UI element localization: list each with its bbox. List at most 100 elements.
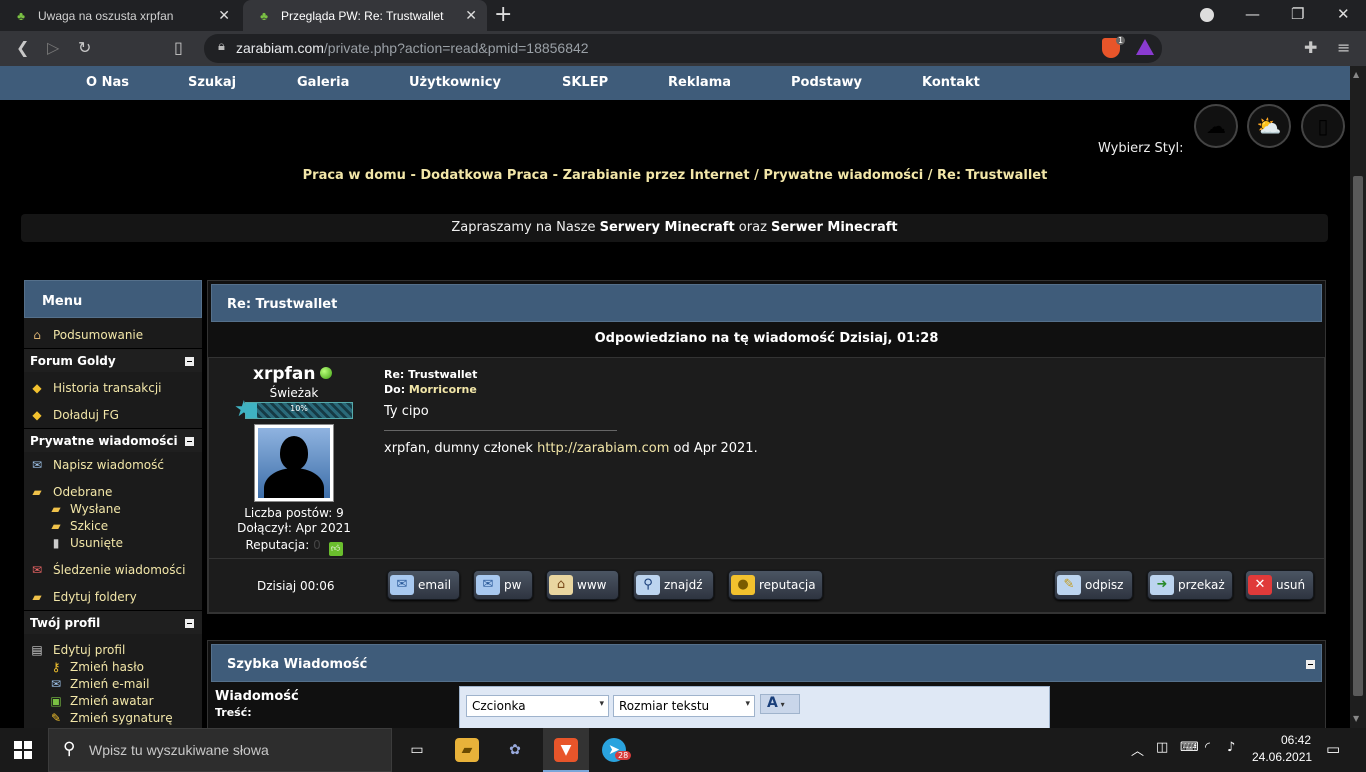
sidebar-item-label: Zmień awatar — [70, 694, 154, 708]
forward-icon[interactable]: ▷ — [47, 38, 59, 57]
clock-date[interactable]: 24.06.2021 — [1252, 750, 1312, 764]
clock-time[interactable]: 06:42 — [1266, 733, 1326, 747]
sidebar-title: Menu — [24, 280, 202, 318]
scroll-thumb[interactable] — [1353, 176, 1363, 696]
sidebar-item-label: Zmień e-mail — [70, 677, 150, 691]
sidebar-item-label: Podsumowanie — [53, 328, 144, 342]
reload-icon[interactable]: ↻ — [78, 38, 91, 57]
reputation-value[interactable]: 0 — [313, 538, 321, 552]
tab-close-icon[interactable]: ✕ — [465, 7, 477, 24]
site-favicon-icon: ♣ — [260, 8, 268, 23]
extensions-icon[interactable]: ✚ — [1304, 38, 1317, 57]
nav-about[interactable]: O Nas — [86, 75, 129, 90]
message-editor[interactable]: Czcionka Rozmiar tekstu A ▾ — [459, 686, 1050, 728]
signature: xrpfan, dumny członek http://zarabiam.co… — [384, 441, 758, 456]
site-favicon-icon: ♣ — [17, 8, 25, 23]
rank-progress-text: 10% — [290, 404, 308, 413]
forward-button[interactable]: ➜ przekaż — [1147, 570, 1233, 600]
author-name[interactable]: xrpfan — [253, 364, 316, 384]
sidebar-category-profile: Twój profil — [24, 610, 202, 634]
bookmark-icon[interactable]: ▯ — [174, 38, 183, 57]
recipient-name[interactable]: Morricorne — [409, 383, 477, 396]
browser-tab-2-active[interactable]: ♣ Przegląda PW: Re: Trustwallet ✕ — [243, 0, 487, 31]
style-sun-icon[interactable]: ⛅ — [1247, 104, 1291, 148]
email-button[interactable]: ✉ email — [387, 570, 460, 600]
nav-users[interactable]: Użytkownicy — [409, 75, 501, 90]
browser-tab-1[interactable]: ♣ Uwaga na oszusta xrpfan ✕ — [0, 0, 240, 31]
shield-count-badge: 1 — [1116, 36, 1126, 45]
message-header: Re: Trustwallet — [211, 284, 1322, 322]
collapse-icon[interactable] — [1306, 660, 1315, 669]
paint-icon[interactable]: ✿ — [503, 738, 527, 762]
signature-link[interactable]: http://zarabiam.com — [537, 441, 669, 456]
promo-text: oraz — [734, 220, 772, 235]
file-explorer-icon[interactable]: ▰ — [455, 738, 479, 762]
nav-gallery[interactable]: Galeria — [297, 75, 349, 90]
volume-icon[interactable]: ♪ — [1227, 740, 1235, 755]
taskbar-search[interactable]: ⚲ Wpisz tu wyszukiwane słowa — [48, 728, 392, 772]
font-color-icon[interactable]: A ▾ — [760, 694, 800, 714]
telegram-badge: 28 — [615, 751, 632, 760]
tab-title: Przegląda PW: Re: Trustwallet — [281, 8, 444, 23]
promo-link-servers[interactable]: Serwery Minecraft — [600, 220, 735, 235]
pm-button[interactable]: ✉ pw — [473, 570, 533, 600]
profile-menu-icon[interactable] — [1200, 8, 1214, 22]
reputation-button[interactable]: ● reputacja — [728, 570, 823, 600]
nav-ads[interactable]: Reklama — [668, 75, 731, 90]
site-navigation: O Nas Szukaj Galeria Użytkownicy SKLEP R… — [0, 66, 1350, 100]
windows-start-icon[interactable] — [14, 741, 32, 759]
style-cloud-icon[interactable]: ☁ — [1194, 104, 1238, 148]
tray-chevron-icon[interactable]: ︿ — [1131, 740, 1144, 759]
brave-rewards-icon[interactable] — [1136, 39, 1154, 55]
collapse-icon[interactable] — [185, 619, 194, 628]
browser-menu-icon[interactable]: ≡ — [1337, 38, 1350, 57]
breadcrumb[interactable]: Praca w domu - Dodatkowa Praca - Zarabia… — [0, 168, 1350, 183]
notifications-icon[interactable]: ▭ — [1326, 740, 1340, 758]
message-label: Wiadomość — [215, 689, 299, 704]
task-view-icon[interactable]: ▭ — [405, 738, 429, 762]
search-placeholder: Wpisz tu wyszukiwane słowa — [89, 742, 269, 758]
tracking-icon: ✉ — [31, 563, 43, 577]
back-icon[interactable]: ❮ — [16, 38, 29, 57]
promo-text: Zapraszamy na Nasze — [451, 220, 600, 235]
minimize-icon[interactable]: — — [1245, 5, 1260, 23]
thumbs-up-icon[interactable]: 👍︎ — [328, 542, 343, 556]
url-text[interactable]: zarabiam.com/private.php?action=read&pmi… — [236, 40, 589, 56]
meet-now-icon[interactable]: ◫ — [1156, 740, 1168, 755]
wifi-icon[interactable]: ◜ — [1205, 740, 1210, 755]
scroll-up-icon[interactable]: ▲ — [1353, 70, 1359, 79]
delete-x-icon: ✕ — [1248, 575, 1272, 595]
font-select[interactable]: Czcionka — [466, 695, 609, 717]
new-tab-icon[interactable]: + — [494, 3, 512, 27]
avatar[interactable] — [254, 424, 334, 502]
post-footer: Dzisiaj 00:06 ✉ email ✉ pw ⌂ www ⚲ znajd… — [209, 558, 1324, 612]
scroll-down-icon[interactable]: ▼ — [1353, 714, 1359, 723]
nav-contact[interactable]: Kontakt — [922, 75, 980, 90]
collapse-icon[interactable] — [185, 357, 194, 366]
envelope-icon: ✉ — [390, 575, 414, 595]
www-button[interactable]: ⌂ www — [546, 570, 619, 600]
delete-button[interactable]: ✕ usuń — [1245, 570, 1314, 600]
tab-close-icon[interactable]: ✕ — [218, 7, 230, 24]
folder-icon: ▰ — [51, 519, 61, 533]
tab-title: Uwaga na oszusta xrpfan — [38, 8, 174, 23]
brave-browser-icon[interactable]: ▼ — [554, 738, 578, 762]
find-button[interactable]: ⚲ znajdź — [633, 570, 714, 600]
reply-button[interactable]: ✎ odpisz — [1054, 570, 1133, 600]
font-size-select[interactable]: Rozmiar tekstu — [613, 695, 755, 717]
nav-shop[interactable]: SKLEP — [562, 75, 608, 90]
nav-basics[interactable]: Podstawy — [791, 75, 862, 90]
restore-icon[interactable]: ❐ — [1291, 5, 1304, 23]
page-scrollbar[interactable]: ▲ ▼ — [1350, 66, 1366, 728]
message-post: xrpfan Świeżak ★ 10% Liczba postów: 9 Do… — [208, 357, 1325, 613]
quick-reply-header: Szybka Wiadomość — [211, 644, 1322, 682]
window-close-icon[interactable]: ✕ — [1337, 5, 1350, 23]
ime-icon[interactable]: ⌨ — [1180, 740, 1199, 755]
sidebar-item-label: Edytuj foldery — [53, 590, 137, 604]
collapse-icon[interactable] — [185, 437, 194, 446]
style-phone-icon[interactable]: ▯ — [1301, 104, 1345, 148]
address-bar[interactable]: 🔒︎ zarabiam.com/private.php?action=read&… — [204, 34, 1162, 63]
promo-link-server[interactable]: Serwer Minecraft — [771, 220, 898, 235]
nav-search[interactable]: Szukaj — [188, 75, 236, 90]
sidebar-item-label: Historia transakcji — [53, 381, 162, 395]
